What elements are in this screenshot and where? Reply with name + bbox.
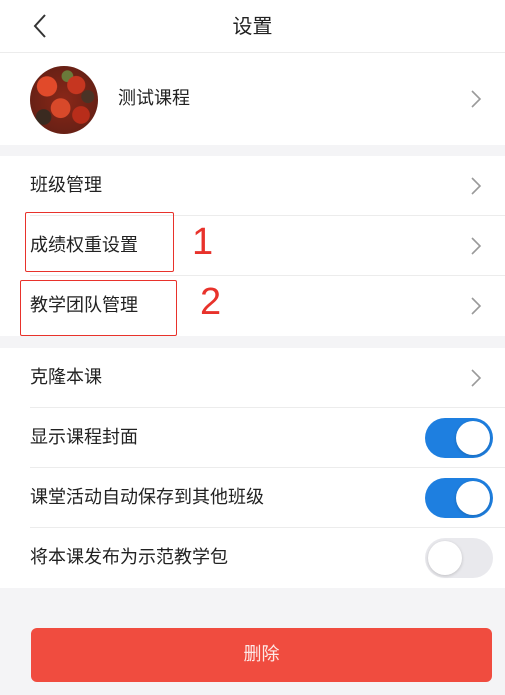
class-management-row[interactable]: 班级管理 xyxy=(0,156,505,216)
chevron-right-icon xyxy=(469,235,483,257)
course-row[interactable]: 测试课程 xyxy=(0,53,505,145)
course-cover-image xyxy=(30,66,98,134)
row-label: 显示课程封面 xyxy=(30,427,138,448)
publish-demo-package-row: 将本课发布为示范教学包 xyxy=(0,528,505,588)
row-label: 班级管理 xyxy=(30,175,102,196)
show-cover-toggle[interactable] xyxy=(425,418,493,458)
row-label: 将本课发布为示范教学包 xyxy=(30,547,228,568)
annotation-number-2: 2 xyxy=(200,281,222,323)
chevron-right-icon xyxy=(469,295,483,317)
chevron-right-icon xyxy=(469,367,483,389)
row-label: 克隆本课 xyxy=(30,367,102,388)
delete-button[interactable]: 删除 xyxy=(31,628,492,682)
auto-save-activities-row: 课堂活动自动保存到其他班级 xyxy=(0,468,505,528)
show-course-cover-row: 显示课程封面 xyxy=(0,408,505,468)
nav-bar: 设置 xyxy=(0,0,505,53)
course-name: 测试课程 xyxy=(118,88,190,109)
toggle-knob xyxy=(456,421,490,455)
chevron-right-icon xyxy=(469,175,483,197)
auto-save-toggle[interactable] xyxy=(425,478,493,518)
chevron-right-icon xyxy=(469,88,483,110)
row-label: 课堂活动自动保存到其他班级 xyxy=(30,487,264,508)
annotation-number-1: 1 xyxy=(192,221,214,263)
annotation-box-1 xyxy=(25,212,174,272)
toggle-knob xyxy=(456,481,490,515)
course-options-group: 克隆本课 显示课程封面 课堂活动自动保存到其他班级 将本课发布为示范教学包 xyxy=(0,348,505,588)
clone-course-row[interactable]: 克隆本课 xyxy=(0,348,505,408)
annotation-box-2 xyxy=(20,280,177,336)
toggle-knob xyxy=(428,541,462,575)
publish-demo-toggle[interactable] xyxy=(425,538,493,578)
page-title: 设置 xyxy=(232,14,273,38)
